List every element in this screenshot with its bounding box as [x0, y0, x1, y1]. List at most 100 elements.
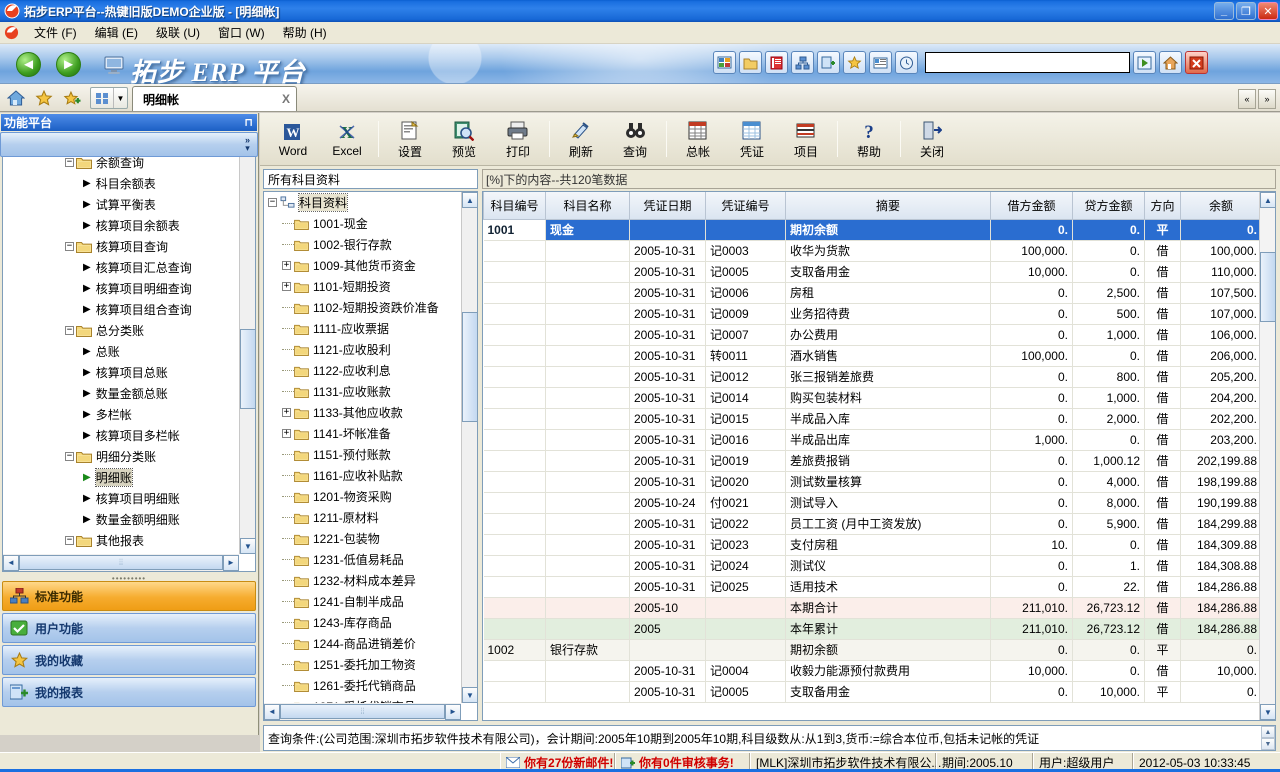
table-row[interactable]: 1002银行存款期初余额0.0.平0. [484, 639, 1262, 660]
home-icon[interactable] [6, 88, 26, 108]
ledger-grid[interactable]: 科目编号科目名称凭证日期凭证编号摘要借方金额贷方金额方向余额 1001现金期初余… [482, 191, 1276, 721]
sidebar-tree-item[interactable]: ▶核算项目明细查询 [3, 278, 239, 299]
table-row[interactable]: 2005-10-31记0020测试数量核算0.4,000.借198,199.88 [484, 471, 1262, 492]
nav-back-button[interactable]: ◄ [16, 52, 41, 77]
account-tree-item[interactable]: 1161-应收补贴款 [264, 465, 461, 486]
sidebar-tree-item[interactable]: ▶明细账 [3, 467, 239, 488]
navbar-overflow-button[interactable]: »▾ [0, 132, 258, 157]
account-expander-icon[interactable]: + [282, 282, 291, 291]
table-row[interactable]: 2005-10-31记0004收毅力能源预付款费用10,000.0.借10,00… [484, 660, 1262, 681]
tree-expander-icon[interactable]: − [65, 158, 74, 167]
grid-vscrollbar[interactable]: ▲ ▼ [1259, 192, 1275, 720]
close-icon[interactable]: X [264, 92, 290, 106]
scroll-thumb[interactable] [240, 329, 256, 409]
account-scroll-left-button[interactable]: ◄ [264, 704, 280, 720]
favorite-star-icon[interactable] [843, 51, 866, 74]
toolbar-button-preview[interactable]: 预览 [437, 115, 491, 163]
nav-button-star[interactable]: 我的收藏 [2, 645, 256, 675]
account-expander-icon[interactable]: + [282, 261, 291, 270]
scroll-down-button[interactable]: ▼ [240, 538, 256, 554]
tree-expander-icon[interactable]: − [65, 242, 74, 251]
account-tree[interactable]: −科目资料1001-现金1002-银行存款+1009-其他货币资金+1101-短… [263, 191, 478, 721]
table-row[interactable]: 2005-10-31记0025适用技术0.22.借184,286.88 [484, 576, 1262, 597]
table-row[interactable]: 2005-10-31记0005支取备用金0.10,000.平0. [484, 681, 1262, 702]
sidebar-tree-item[interactable]: ▶核算项目汇总查询 [3, 257, 239, 278]
sidebar-tree-item[interactable]: ▶核算项目组合查询 [3, 299, 239, 320]
grid-scroll-down-button[interactable]: ▼ [1260, 704, 1276, 720]
account-tree-item[interactable]: 1241-自制半成品 [264, 591, 461, 612]
account-tree-root[interactable]: −科目资料 [264, 192, 461, 213]
account-scroll-right-button[interactable]: ► [445, 704, 461, 720]
table-row[interactable]: 2005-10-31记0012张三报销差旅费0.800.借205,200. [484, 366, 1262, 387]
scroll-left-button[interactable]: ◄ [3, 555, 19, 571]
tree-expander-icon[interactable]: − [65, 326, 74, 335]
folder-open-icon[interactable] [739, 51, 762, 74]
grid-scroll-up-button[interactable]: ▲ [1260, 192, 1276, 208]
column-header-0[interactable]: 科目编号 [484, 192, 546, 219]
table-row[interactable]: 2005-10-31记0014购买包装材料0.1,000.借204,200. [484, 387, 1262, 408]
sidebar-tree-item[interactable]: ▶多栏帐 [3, 404, 239, 425]
sidebar-tree-item[interactable]: ▶总账 [3, 341, 239, 362]
sidebar-tree-item[interactable]: ▶核算项目余额表 [3, 215, 239, 236]
go-button[interactable] [1133, 51, 1156, 74]
sidebar-tree-item[interactable]: ▶试算平衡表 [3, 194, 239, 215]
favorites-star-icon[interactable] [34, 88, 54, 108]
account-scroll-down-button[interactable]: ▼ [462, 687, 478, 703]
clock-icon[interactable] [895, 51, 918, 74]
function-tree[interactable]: −账簿管理−余额查询▶科目余额表▶试算平衡表▶核算项目余额表−核算项目查询▶核算… [2, 132, 256, 572]
account-tree-item[interactable]: 1122-应收利息 [264, 360, 461, 381]
sidebar-tree-item[interactable]: ▶数量金额总账 [3, 383, 239, 404]
account-scroll-thumb[interactable] [462, 312, 478, 422]
table-row[interactable]: 2005-10-31记0024测试仪0.1.借184,308.88 [484, 555, 1262, 576]
table-row[interactable]: 2005-10-24付0021测试导入0.8,000.借190,199.88 [484, 492, 1262, 513]
function-tree-hscrollbar[interactable]: ◄ ⦙⦙ ► [3, 554, 239, 571]
table-row[interactable]: 2005-10-31记0019差旅费报销0.1,000.12借202,199.8… [484, 450, 1262, 471]
toolbar-button-voucher[interactable]: 凭证 [725, 115, 779, 163]
account-tree-item[interactable]: 1151-预付账款 [264, 444, 461, 465]
table-row[interactable]: 2005-10-31记0009业务招待费0.500.借107,000. [484, 303, 1262, 324]
table-row[interactable]: 2005本年累计211,010.26,723.12借184,286.88 [484, 618, 1262, 639]
table-row[interactable]: 2005-10-31转0011酒水销售100,000.0.借206,000. [484, 345, 1262, 366]
scroll-right-button[interactable]: ► [223, 555, 239, 571]
sidebar-tree-item[interactable]: −明细分类账 [3, 446, 239, 467]
table-row[interactable]: 2005-10-31记0005支取备用金10,000.0.借110,000. [484, 261, 1262, 282]
nav-button-add-report[interactable]: 我的报表 [2, 677, 256, 707]
account-tree-item[interactable]: 1221-包装物 [264, 528, 461, 549]
account-tree-item[interactable]: 1231-低值易耗品 [264, 549, 461, 570]
column-header-4[interactable]: 摘要 [786, 192, 991, 219]
menu-item-cascade[interactable]: 级联 (U) [147, 22, 209, 43]
table-row[interactable]: 2005-10-31记0006房租0.2,500.借107,500. [484, 282, 1262, 303]
account-tree-item[interactable]: 1251-委托加工物资 [264, 654, 461, 675]
tree-expander-icon[interactable]: − [65, 452, 74, 461]
toolbar-button-word[interactable]: WWord [266, 115, 320, 163]
account-tree-item[interactable]: 1244-商品进销差价 [264, 633, 461, 654]
menu-item-file[interactable]: 文件 (F) [25, 22, 86, 43]
table-row[interactable]: 2005-10-31记0016半成品出库1,000.0.借203,200. [484, 429, 1262, 450]
table-row[interactable]: 1001现金期初余额0.0.平0. [484, 219, 1262, 240]
spinner-down-icon[interactable]: ▼ [1261, 738, 1275, 750]
grid-icon[interactable] [713, 51, 736, 74]
minimize-button[interactable]: _ [1214, 2, 1234, 20]
table-row[interactable]: 2005-10-31记0023支付房租10.0.借184,309.88 [484, 534, 1262, 555]
menu-item-edit[interactable]: 编辑 (E) [86, 22, 147, 43]
toolbar-button-ledger[interactable]: 总帐 [671, 115, 725, 163]
menu-item-window[interactable]: 窗口 (W) [209, 22, 274, 43]
restore-button[interactable]: ❐ [1236, 2, 1256, 20]
toolbar-button-help[interactable]: ?帮助 [842, 115, 896, 163]
function-tree-vscrollbar[interactable]: ▲ ▼ [239, 133, 255, 554]
close-button[interactable]: ✕ [1258, 2, 1278, 20]
network-icon[interactable] [791, 51, 814, 74]
account-tree-item[interactable]: 1243-库存商品 [264, 612, 461, 633]
table-row[interactable]: 2005-10本期合计211,010.26,723.12借184,286.88 [484, 597, 1262, 618]
sidebar-tree-item[interactable]: ▶核算项目明细账 [3, 488, 239, 509]
account-tree-item[interactable]: 1271-受托代销商品 [264, 696, 461, 703]
account-tree-hscrollbar[interactable]: ◄ ⦙⦙ ► [264, 703, 461, 720]
account-tree-item[interactable]: +1101-短期投资 [264, 276, 461, 297]
tab-group-selector[interactable]: ▼ [90, 87, 128, 109]
account-scroll-up-button[interactable]: ▲ [462, 192, 478, 208]
column-header-3[interactable]: 凭证编号 [706, 192, 786, 219]
tree-expander-icon[interactable]: − [65, 536, 74, 545]
account-tree-item[interactable]: 1211-原材料 [264, 507, 461, 528]
sidebar-tree-item[interactable]: −总分类账 [3, 320, 239, 341]
column-header-8[interactable]: 余额 [1181, 192, 1262, 219]
